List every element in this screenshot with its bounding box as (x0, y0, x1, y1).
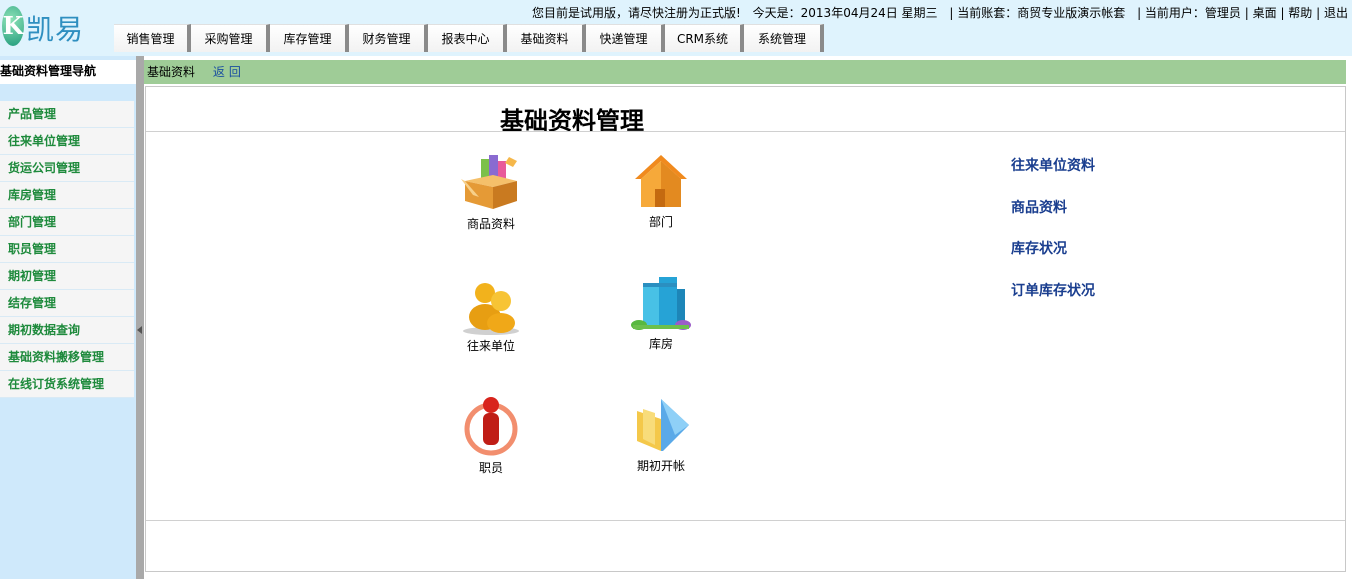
people-icon (463, 283, 519, 335)
tile-label: 往来单位 (466, 339, 515, 353)
sidebar-item-online-order[interactable]: 在线订货系统管理 (0, 371, 134, 398)
buildings-icon (631, 277, 691, 330)
today-date: 今天是：2013年04月24日 星期三 (752, 6, 938, 20)
goods-box-icon (461, 155, 517, 209)
main-panel: 基础资料管理 商品资料 部门 往来单位 库房 职员 期初开帐 往来单位资料 商品… (145, 86, 1346, 572)
sidebar-menu: 产品管理 往来单位管理 货运公司管理 库房管理 部门管理 职员管理 期初管理 结… (0, 101, 134, 398)
current-account: | 当前账套：商贸专业版演示帐套 (949, 6, 1126, 20)
sidebar: 基础资料管理导航 产品管理 往来单位管理 货运公司管理 库房管理 部门管理 职员… (0, 56, 136, 579)
tab-system[interactable]: 系统管理 (744, 24, 824, 52)
sidebar-splitter[interactable] (136, 56, 144, 579)
divider (146, 520, 1345, 521)
staff-icon (464, 397, 518, 456)
logout-link[interactable]: | 退出 (1316, 6, 1348, 20)
divider (146, 131, 1345, 132)
trial-notice: 您目前是试用版，请尽快注册为正式版! (532, 6, 741, 20)
tab-basic-data[interactable]: 基础资料 (507, 24, 586, 52)
breadcrumb-current: 基础资料 (147, 65, 196, 79)
tile-warehouse[interactable]: 库房 (616, 275, 706, 352)
tile-partners[interactable]: 往来单位 (446, 279, 536, 354)
tile-staff[interactable]: 职员 (446, 395, 536, 476)
desktop-link[interactable]: | 桌面 (1245, 6, 1277, 20)
collapse-arrow-icon[interactable] (137, 326, 142, 334)
sidebar-item-opening-query[interactable]: 期初数据查询 (0, 317, 134, 344)
tile-department[interactable]: 部门 (616, 153, 706, 230)
current-user: | 当前用户：管理员 (1137, 6, 1241, 20)
ledger-icon (637, 399, 689, 451)
sidebar-item-staff[interactable]: 职员管理 (0, 236, 134, 263)
quick-link-goods-info[interactable]: 商品资料 (1011, 197, 1067, 217)
tile-label: 期初开帐 (636, 459, 685, 473)
help-link[interactable]: | 帮助 (1280, 6, 1312, 20)
breadcrumb: 基础资料 返回 (144, 60, 1346, 84)
sidebar-item-opening[interactable]: 期初管理 (0, 263, 134, 290)
tab-crm[interactable]: CRM系统 (665, 24, 744, 52)
top-info-bar: 您目前是试用版，请尽快注册为正式版! 今天是：2013年04月24日 星期三 |… (524, 4, 1348, 21)
tile-label: 库房 (648, 337, 673, 351)
tile-opening-account[interactable]: 期初开帐 (616, 397, 706, 474)
sidebar-item-products[interactable]: 产品管理 (0, 101, 134, 128)
sidebar-item-balance[interactable]: 结存管理 (0, 290, 134, 317)
tile-label: 职员 (478, 461, 503, 475)
tile-goods[interactable]: 商品资料 (446, 153, 536, 232)
quick-link-order-stock-status[interactable]: 订单库存状况 (1011, 280, 1095, 300)
sidebar-item-data-migration[interactable]: 基础资料搬移管理 (0, 344, 134, 371)
tab-finance[interactable]: 财务管理 (349, 24, 428, 52)
tile-label: 部门 (648, 215, 673, 229)
tab-express[interactable]: 快递管理 (586, 24, 665, 52)
sidebar-item-departments[interactable]: 部门管理 (0, 209, 134, 236)
back-link[interactable]: 返回 (213, 65, 245, 79)
sidebar-title: 基础资料管理导航 (0, 60, 136, 84)
sidebar-item-partners[interactable]: 往来单位管理 (0, 128, 134, 155)
sidebar-item-warehouse[interactable]: 库房管理 (0, 182, 134, 209)
house-icon (635, 155, 687, 207)
logo-letter: K (2, 6, 24, 46)
quick-link-stock-status[interactable]: 库存状况 (1011, 238, 1067, 258)
tab-sales[interactable]: 销售管理 (114, 24, 191, 52)
tab-purchase[interactable]: 采购管理 (191, 24, 270, 52)
tab-reports[interactable]: 报表中心 (428, 24, 507, 52)
app-logo: K 凯易通 (0, 4, 112, 86)
app-header: K 凯易通 您目前是试用版，请尽快注册为正式版! 今天是：2013年04月24日… (0, 0, 1352, 86)
tile-label: 商品资料 (466, 217, 515, 231)
tab-inventory[interactable]: 库存管理 (270, 24, 349, 52)
main-nav-tabs: 销售管理 采购管理 库存管理 财务管理 报表中心 基础资料 快递管理 CRM系统… (114, 24, 824, 52)
sidebar-item-freight[interactable]: 货运公司管理 (0, 155, 134, 182)
quick-link-partner-info[interactable]: 往来单位资料 (1011, 155, 1095, 175)
